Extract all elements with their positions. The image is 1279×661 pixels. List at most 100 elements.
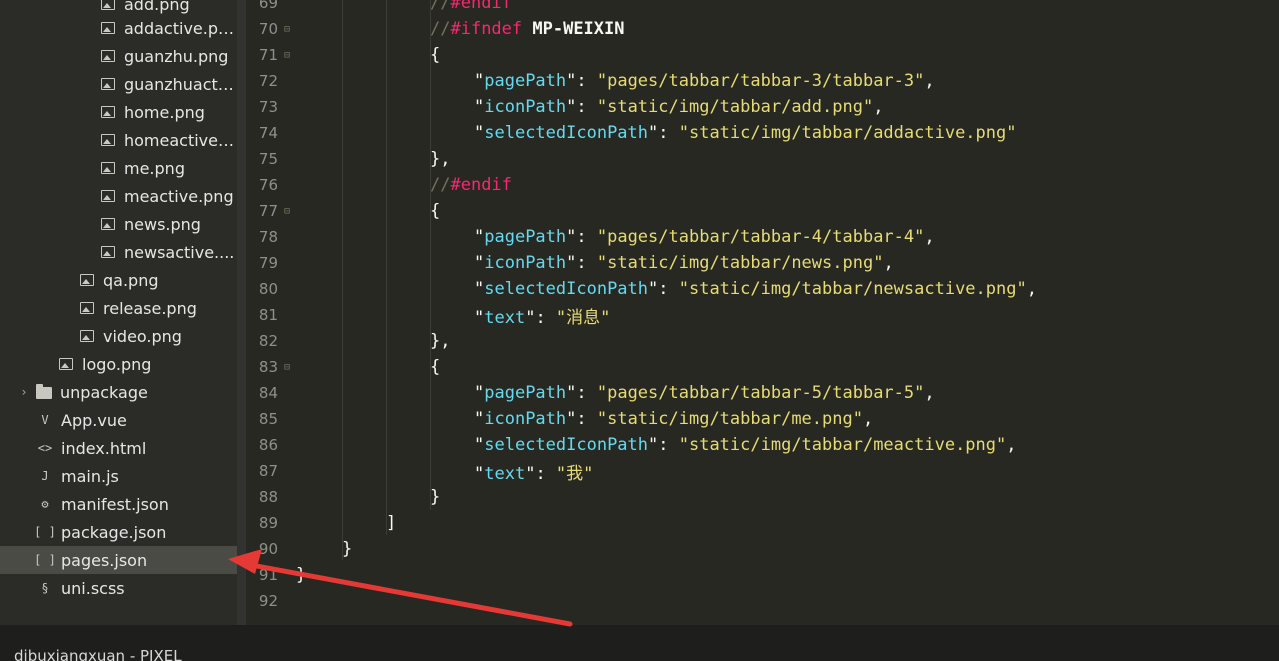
code-line[interactable]: 82}, — [246, 328, 1279, 354]
fold-toggle-icon[interactable]: ⊟ — [278, 24, 296, 35]
status-bar: dibuxiangxuan - PIXEL — [0, 625, 1279, 661]
line-number: 90 — [258, 540, 278, 558]
code-line[interactable]: 88} — [246, 484, 1279, 510]
sidebar-item-homeactive[interactable]: homeactive.... — [0, 126, 237, 154]
sidebar-item-package-json[interactable]: [ ] package.json — [0, 518, 237, 546]
sidebar-item-uni-scss[interactable]: § uni.scss — [0, 574, 237, 602]
code-line[interactable]: 75}, — [246, 146, 1279, 172]
file-explorer-sidebar: add.png addactive.png guanzhu.png guanzhuac… — [0, 0, 237, 625]
code-line[interactable]: 69 //#endif — [246, 0, 1279, 16]
code-line[interactable]: 90} — [246, 536, 1279, 562]
code-line[interactable]: 76 //#endif — [246, 172, 1279, 198]
code-text: "selectedIconPath": "static/img/tabbar/n… — [474, 279, 1037, 299]
line-number: 86 — [258, 436, 278, 454]
code-line[interactable]: 72 "pagePath": "pages/tabbar/tabbar-3/tab… — [246, 68, 1279, 94]
sidebar-item-manifest-json[interactable]: ⚙ manifest.json — [0, 490, 237, 518]
code-line[interactable]: 74 "selectedIconPath": "static/img/tabbar… — [246, 120, 1279, 146]
json-file-icon: [ ] — [34, 553, 56, 567]
line-number: 75 — [258, 150, 278, 168]
code-text: "text": "消息" — [474, 307, 611, 328]
code-text: ] — [386, 513, 397, 533]
line-number: 72 — [258, 72, 278, 90]
js-file-icon: J — [41, 469, 49, 483]
sidebar-item-video-png[interactable]: video.png — [0, 322, 237, 350]
code-text: } — [296, 565, 307, 585]
code-text: "pagePath": "pages/tabbar/tabbar-3/tabba… — [474, 71, 935, 91]
image-icon — [58, 356, 74, 372]
code-line[interactable]: 91} — [246, 562, 1279, 588]
code-line[interactable]: 92 — [246, 588, 1279, 614]
sidebar-item-label: index.html — [61, 438, 147, 458]
line-number: 84 — [258, 384, 278, 402]
code-line[interactable]: 80 "selectedIconPath": "static/img/tabbar… — [246, 276, 1279, 302]
code-text: }, — [430, 331, 451, 351]
line-number: 79 — [258, 254, 278, 272]
sidebar-item-label: logo.png — [82, 354, 152, 374]
image-icon — [79, 300, 95, 316]
code-text: "pagePath": "pages/tabbar/tabbar-5/tabba… — [474, 383, 935, 403]
line-number: 85 — [258, 410, 278, 428]
line-number: 89 — [258, 514, 278, 532]
sidebar-item-logo-png[interactable]: logo.png — [0, 350, 237, 378]
sidebar-item-index-html[interactable]: <> index.html — [0, 434, 237, 462]
code-line[interactable]: 73 "iconPath": "static/img/tabbar/add.png… — [246, 94, 1279, 120]
code-text: { — [430, 45, 441, 65]
sidebar-item-unpackage[interactable]: › unpackage — [0, 378, 237, 406]
code-text: "iconPath": "static/img/tabbar/add.png", — [474, 97, 884, 117]
code-editor[interactable]: 69//#endif 70 ⊟//#ifndef MP-WEIXIN 71 ⊟{72 "p… — [246, 0, 1279, 625]
image-icon — [100, 76, 116, 92]
image-icon — [100, 20, 116, 36]
line-number: 74 — [258, 124, 278, 142]
sidebar-item-me-png[interactable]: me.png — [0, 154, 237, 182]
code-line[interactable]: 89] — [246, 510, 1279, 536]
sidebar-item-release-png[interactable]: release.png — [0, 294, 237, 322]
line-number: 83 — [258, 358, 278, 376]
sidebar-item-guanzhuacti[interactable]: guanzhuacti... — [0, 70, 237, 98]
sidebar-item-label: meactive.png — [124, 186, 234, 206]
sidebar-item-meactive-png[interactable]: meactive.png — [0, 182, 237, 210]
sidebar-item-qa-png[interactable]: qa.png — [0, 266, 237, 294]
sidebar-item-home-png[interactable]: home.png — [0, 98, 237, 126]
code-text: "selectedIconPath": "static/img/tabbar/m… — [474, 435, 1017, 455]
code-line[interactable]: 86 "selectedIconPath": "static/img/tabbar… — [246, 432, 1279, 458]
sidebar-item-pages-json[interactable]: [ ] pages.json — [0, 546, 237, 574]
code-line[interactable]: 87 "text": "我" — [246, 458, 1279, 484]
status-bar-text: dibuxiangxuan - PIXEL — [14, 647, 182, 661]
code-line[interactable]: 84 "pagePath": "pages/tabbar/tabbar-5/tab… — [246, 380, 1279, 406]
line-number: 77 — [258, 202, 278, 220]
code-text: } — [342, 539, 353, 559]
code-line[interactable]: 85 "iconPath": "static/img/tabbar/me.png"… — [246, 406, 1279, 432]
line-number: 92 — [258, 592, 278, 610]
line-number: 88 — [258, 488, 278, 506]
code-line[interactable]: 79 "iconPath": "static/img/tabbar/news.pn… — [246, 250, 1279, 276]
image-icon — [100, 160, 116, 176]
code-line[interactable]: 70 ⊟ //#ifndef MP-WEIXIN — [246, 16, 1279, 42]
code-text: //#endif — [430, 175, 512, 195]
sidebar-item-label: me.png — [124, 158, 185, 178]
code-text: "iconPath": "static/img/tabbar/me.png", — [474, 409, 874, 429]
sidebar-item-addactive-png[interactable]: addactive.png — [0, 14, 237, 42]
code-text: { — [430, 357, 441, 377]
sidebar-item-main-js[interactable]: Jmain.js — [0, 462, 237, 490]
fold-toggle-icon[interactable]: ⊟ — [278, 50, 296, 61]
code-line[interactable]: 83 ⊟ { — [246, 354, 1279, 380]
sidebar-item-guanzhu-png[interactable]: guanzhu.png — [0, 42, 237, 70]
code-line[interactable]: 81 "text": "消息" — [246, 302, 1279, 328]
sidebar-item-news-png[interactable]: news.png — [0, 210, 237, 238]
code-line[interactable]: 78 "pagePath": "pages/tabbar/tabbar-4/tab… — [246, 224, 1279, 250]
code-text: { — [430, 201, 441, 221]
sidebar-item-app-vue[interactable]: V App.vue — [0, 406, 237, 434]
line-number: 70 — [258, 20, 278, 38]
fold-toggle-icon[interactable]: ⊟ — [278, 206, 296, 217]
code-line[interactable]: 77 ⊟ { — [246, 198, 1279, 224]
sidebar-item-label: news.png — [124, 214, 201, 234]
sidebar-item-newsactive[interactable]: newsactive.... — [0, 238, 237, 266]
fold-toggle-icon[interactable]: ⊟ — [278, 362, 296, 373]
code-line[interactable]: 71 ⊟ { — [246, 42, 1279, 68]
chevron-right-icon[interactable]: › — [18, 385, 30, 399]
settings-file-icon: ⚙ — [41, 497, 49, 511]
image-icon — [100, 104, 116, 120]
sidebar-splitter[interactable] — [237, 0, 246, 625]
code-text: } — [430, 487, 441, 507]
sidebar-item-label: unpackage — [60, 382, 148, 402]
